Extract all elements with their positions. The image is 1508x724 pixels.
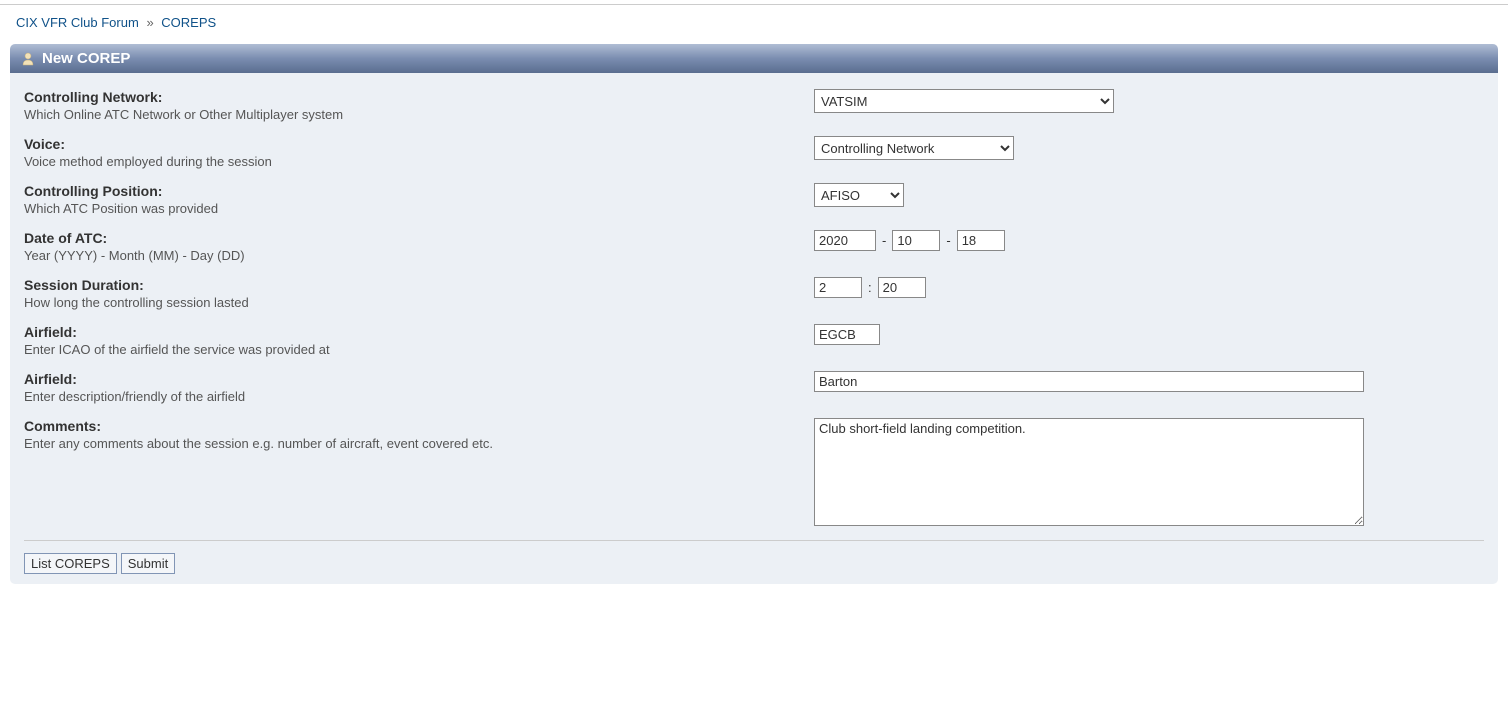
label-airfield-icao: Airfield: [24,324,814,340]
desc-voice: Voice method employed during the session [24,154,814,169]
desc-date: Year (YYYY) - Month (MM) - Day (DD) [24,248,814,263]
label-position: Controlling Position: [24,183,814,199]
label-voice: Voice: [24,136,814,152]
label-comments: Comments: [24,418,814,434]
desc-duration: How long the controlling session lasted [24,295,814,310]
panel-title: New COREP [42,50,130,67]
date-sep: - [946,233,950,248]
label-network: Controlling Network: [24,89,814,105]
date-sep: - [882,233,886,248]
input-airfield-icao[interactable] [814,324,880,345]
input-minutes[interactable] [878,277,926,298]
input-airfield-name[interactable] [814,371,1364,392]
desc-airfield-icao: Enter ICAO of the airfield the service w… [24,342,814,357]
desc-position: Which ATC Position was provided [24,201,814,216]
input-year[interactable] [814,230,876,251]
desc-comments: Enter any comments about the session e.g… [24,436,814,451]
label-duration: Session Duration: [24,277,814,293]
user-icon [20,51,36,67]
textarea-comments[interactable] [814,418,1364,526]
desc-airfield-name: Enter description/friendly of the airfie… [24,389,814,404]
breadcrumb: CIX VFR Club Forum » COREPS [0,5,1508,44]
breadcrumb-root[interactable]: CIX VFR Club Forum [16,15,139,30]
select-position[interactable]: AFISO [814,183,904,207]
breadcrumb-current[interactable]: COREPS [161,15,216,30]
select-voice[interactable]: Controlling Network [814,136,1014,160]
label-date: Date of ATC: [24,230,814,246]
panel-header: New COREP [10,44,1498,73]
input-hours[interactable] [814,277,862,298]
duration-sep: : [868,280,872,295]
input-month[interactable] [892,230,940,251]
list-coreps-button[interactable]: List COREPS [24,553,117,574]
submit-button[interactable]: Submit [121,553,175,574]
input-day[interactable] [957,230,1005,251]
breadcrumb-separator: » [146,15,153,30]
label-airfield-name: Airfield: [24,371,814,387]
desc-network: Which Online ATC Network or Other Multip… [24,107,814,122]
select-network[interactable]: VATSIM [814,89,1114,113]
